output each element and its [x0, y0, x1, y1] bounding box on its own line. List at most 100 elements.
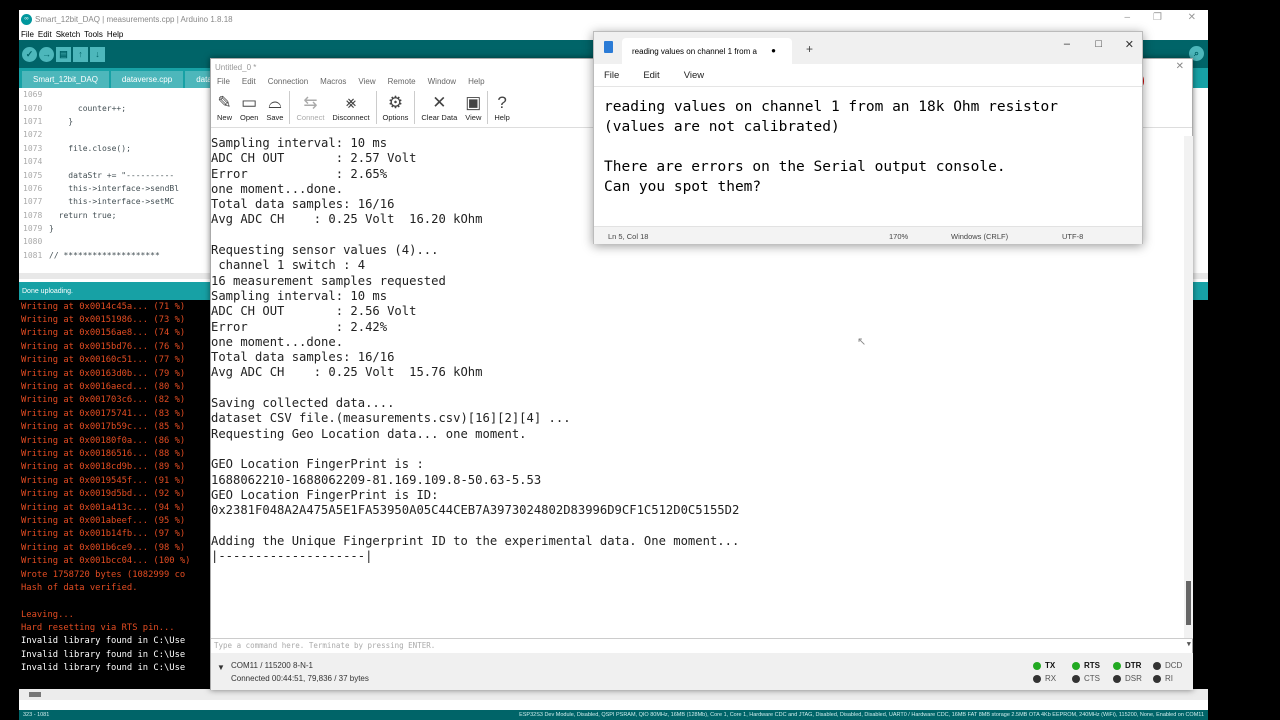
verify-icon[interactable]: ✓ — [22, 46, 37, 62]
unsaved-dot-icon[interactable]: ● — [771, 46, 776, 55]
command-placeholder: Type a command here. Terminate by pressi… — [214, 641, 436, 650]
notepad-menu-bar: File Edit View — [594, 64, 1142, 86]
terminal-menu-window[interactable]: Window — [428, 77, 456, 86]
zoom-level[interactable]: 170% — [889, 232, 908, 241]
toolbar-divider — [289, 91, 291, 124]
led-rts-label: RTS — [1084, 661, 1100, 670]
cursor-position: Ln 5, Col 18 — [608, 232, 649, 241]
open-sketch-icon[interactable]: ↑ — [73, 46, 88, 62]
mouse-pointer-icon: ↖ — [857, 336, 867, 348]
new-tab-icon[interactable]: + — [806, 42, 813, 56]
options-label: Options — [382, 113, 409, 122]
disconnect-label: Disconnect — [332, 113, 370, 122]
line-number: 1074 — [23, 157, 43, 167]
led-dtr[interactable]: DTR — [1113, 661, 1141, 670]
desktop: ∞ Smart_12bit_DAQ | measurements.cpp | A… — [0, 0, 1280, 720]
chevron-down-icon[interactable]: ▼ — [1187, 640, 1191, 648]
clear-data-button[interactable]: ✕ Clear Data — [417, 88, 461, 127]
led-cts-label: CTS — [1084, 674, 1100, 683]
expand-triangle-icon[interactable]: ▼ — [217, 663, 225, 672]
terminal-menu-help[interactable]: Help — [468, 77, 484, 86]
notepad-minimize-icon[interactable]: – — [1064, 38, 1070, 50]
command-input[interactable]: Type a command here. Terminate by pressi… — [211, 638, 1193, 652]
terminal-menu-file[interactable]: File — [217, 77, 230, 86]
console-scroll-thumb[interactable] — [29, 692, 41, 697]
save-sketch-icon[interactable]: ↓ — [90, 46, 105, 62]
maximize-icon[interactable]: ❐ — [1153, 12, 1162, 23]
menu-edit[interactable]: Edit — [38, 30, 52, 39]
tab-smart-12bit-daq[interactable]: Smart_12bit_DAQ — [22, 71, 109, 88]
terminal-menu-connection[interactable]: Connection — [268, 77, 308, 86]
led-dsr-label: DSR — [1125, 674, 1142, 683]
notepad-line: (values are not calibrated) — [604, 119, 840, 135]
menu-tools[interactable]: Tools — [84, 30, 103, 39]
notepad-close-icon[interactable]: ✕ — [1125, 38, 1134, 51]
connection-info: Connected 00:44:51, 79,836 / 37 bytes — [231, 674, 369, 683]
led-dot — [1153, 674, 1161, 683]
open-button[interactable]: ▭ Open — [236, 88, 262, 127]
notepad-menu-file[interactable]: File — [604, 70, 619, 81]
serial-output-line: |--------------------| — [211, 549, 373, 564]
terminal-close-icon[interactable]: ✕ — [1176, 61, 1184, 72]
terminal-menu-view[interactable]: View — [358, 77, 375, 86]
serial-output-line: Total data samples: 16/16 — [211, 350, 395, 365]
new-label: New — [217, 113, 233, 122]
view-button[interactable]: ▣ View — [461, 88, 485, 127]
led-dtr-label: DTR — [1125, 661, 1142, 670]
notepad-menu-edit[interactable]: Edit — [643, 70, 659, 81]
connect-button[interactable]: ⇆ Connect — [292, 88, 328, 127]
led-dcd-label: DCD — [1165, 661, 1183, 670]
led-dot — [1153, 661, 1161, 670]
serial-output-line: 1688062210-1688062209-81.169.109.8-50.63… — [211, 472, 542, 487]
serial-vertical-scrollbar[interactable] — [1184, 136, 1193, 638]
notepad-window: reading values on channel 1 from a ● + –… — [593, 31, 1143, 244]
notepad-text-area[interactable]: reading values on channel 1 from an 18k … — [594, 86, 1142, 226]
help-button[interactable]: ? Help — [490, 88, 513, 127]
options-button[interactable]: ⚙ Options — [379, 88, 413, 127]
led-dot — [1113, 661, 1121, 670]
encoding[interactable]: UTF-8 — [1062, 232, 1083, 241]
notepad-maximize-icon[interactable]: □ — [1095, 38, 1102, 50]
terminal-menu-macros[interactable]: Macros — [320, 77, 346, 86]
led-tx-label: TX — [1045, 661, 1056, 670]
upload-icon[interactable]: → — [39, 46, 54, 62]
serial-output-line: Sampling interval: 10 ms — [211, 288, 388, 303]
console-horizontal-scrollbar[interactable] — [19, 689, 1208, 700]
new-button[interactable]: ✎ New — [213, 88, 236, 127]
line-ending[interactable]: Windows (CRLF) — [951, 232, 1008, 241]
terminal-menu-remote[interactable]: Remote — [388, 77, 416, 86]
terminal-window-title: Untitled_0 * — [215, 62, 257, 72]
save-label: Save — [266, 113, 284, 122]
code-text: this->interface->setMC — [49, 197, 175, 207]
code-text: } — [49, 116, 74, 126]
menu-file[interactable]: File — [21, 30, 34, 39]
led-rx-label: RX — [1045, 674, 1057, 683]
minimize-icon[interactable]: – — [1124, 12, 1130, 23]
clear-icon: ✕ — [432, 93, 447, 112]
serial-output-line: Error : 2.42% — [211, 319, 388, 334]
menu-sketch[interactable]: Sketch — [56, 30, 80, 39]
line-number: 1075 — [23, 170, 43, 180]
help-label: Help — [494, 113, 510, 122]
new-sketch-icon[interactable]: ▤ — [56, 46, 71, 62]
led-tx: TX — [1033, 661, 1055, 670]
tab-dataverse[interactable]: dataverse.cpp — [110, 71, 184, 88]
led-rts[interactable]: RTS — [1072, 661, 1100, 670]
toolbar-divider — [487, 91, 489, 124]
serial-output-line: GEO Location FingerPrint is ID: — [211, 487, 439, 502]
close-icon[interactable]: ✕ — [1188, 12, 1196, 23]
serial-output-line: one moment...done. — [211, 334, 344, 349]
line-number: 1080 — [23, 237, 43, 247]
save-button[interactable]: ⌓ Save — [262, 88, 287, 127]
notepad-menu-view[interactable]: View — [684, 70, 704, 81]
led-dsr: DSR — [1113, 674, 1142, 683]
monitor-icon: ▣ — [465, 93, 482, 112]
notepad-tab[interactable]: reading values on channel 1 from a ● — [622, 38, 792, 64]
serial-scroll-thumb[interactable] — [1186, 581, 1191, 625]
serial-output-line: Adding the Unique Fingerprint ID to the … — [211, 533, 740, 548]
terminal-menu-edit[interactable]: Edit — [242, 77, 256, 86]
arduino-window-title: Smart_12bit_DAQ | measurements.cpp | Ard… — [35, 14, 233, 24]
disconnect-button[interactable]: ⨳ Disconnect — [328, 88, 373, 127]
menu-help[interactable]: Help — [107, 30, 123, 39]
board-info-bar: 323 - 1081 ESP32S3 Dev Module, Disabled,… — [19, 710, 1208, 720]
